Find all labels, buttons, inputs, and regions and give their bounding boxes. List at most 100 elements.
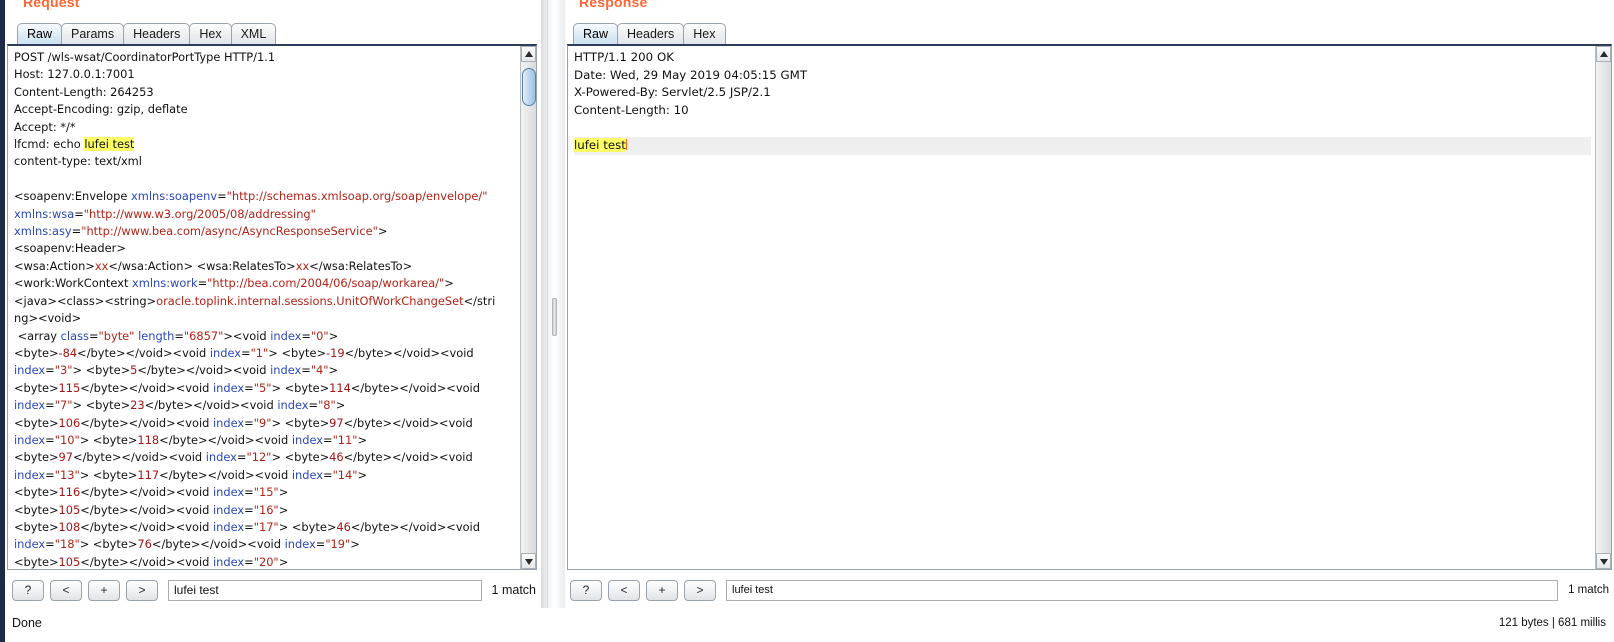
text-segment: =	[88, 328, 99, 343]
request-tab-hex[interactable]: Hex	[189, 23, 232, 44]
request-line: xmlns:asy="http://www.bea.com/async/Asyn…	[14, 223, 516, 240]
response-search-bar: ? < + > 1 match	[570, 578, 1613, 602]
text-segment: "19"	[325, 537, 351, 552]
text-segment: </byte></void><void	[80, 380, 213, 395]
request-line: index="10"> <byte>118</byte></void><void…	[14, 432, 516, 449]
request-panel-title: Request	[23, 0, 80, 10]
text-segment: index	[14, 432, 46, 447]
text-segment: index	[205, 450, 237, 465]
text-segment: =	[241, 345, 251, 360]
scroll-up-arrow-icon[interactable]	[1596, 46, 1611, 62]
request-line: <byte>115</byte></void><void index="5"> …	[14, 380, 516, 397]
request-search-input[interactable]	[168, 579, 482, 601]
text-segment: index	[14, 467, 46, 482]
text-segment: </byte></void><void	[137, 363, 271, 378]
text-segment: "5"	[253, 380, 272, 395]
panel-splitter[interactable]	[541, 0, 565, 642]
response-search-help-button[interactable]: ?	[570, 579, 602, 601]
request-tab-params[interactable]: Params	[61, 23, 125, 44]
text-segment: =	[45, 398, 55, 413]
text-segment: =	[323, 467, 333, 482]
text-segment: > <byte>	[79, 467, 138, 482]
request-tab-headers[interactable]: Headers	[123, 23, 191, 44]
text-segment: >	[278, 485, 289, 500]
text-segment: >	[328, 363, 339, 378]
request-line: content-type: text/xml	[14, 153, 516, 170]
text-segment: <byte>	[14, 519, 59, 534]
text-segment: <byte>	[14, 502, 59, 517]
text-segment: "6857"	[183, 328, 224, 343]
request-line: <byte>116</byte></void><void index="15">	[14, 484, 516, 501]
text-segment: > <byte>	[268, 345, 326, 360]
response-editor-frame: HTTP/1.1 200 OK Date: Wed, 29 May 2019 04…	[567, 44, 1612, 570]
request-line: Accept-Encoding: gzip, deflate	[14, 101, 516, 118]
request-line: index="3"> <byte>5</byte></void><void in…	[14, 362, 516, 379]
scroll-up-arrow-icon[interactable]	[521, 46, 536, 62]
text-segment: =	[45, 432, 55, 447]
request-message-body[interactable]: POST /wls-wsat/CoordinatorPortType HTTP/…	[8, 46, 520, 569]
text-segment: <byte>	[14, 450, 59, 465]
request-search-next-button[interactable]: >	[126, 579, 158, 601]
text-segment: </byte></void><void	[80, 502, 213, 517]
text-segment: </byte></void><void	[344, 345, 474, 360]
text-segment: Accept: */*	[14, 119, 76, 134]
text-segment: 118	[137, 432, 160, 447]
text-segment: </byte></void><void	[73, 450, 206, 465]
text-segment: 115	[58, 380, 81, 395]
request-tab-xml[interactable]: XML	[230, 23, 277, 44]
text-segment: 106	[58, 415, 81, 430]
request-scroll-thumb[interactable]	[522, 68, 536, 106]
text-segment: "16"	[253, 502, 279, 517]
text-segment: xx	[295, 258, 310, 273]
text-segment: > <byte>	[79, 432, 138, 447]
request-tab-raw[interactable]: Raw	[17, 23, 63, 44]
text-segment: > <byte>	[271, 380, 330, 395]
text-segment: =	[244, 554, 254, 569]
text-segment: </byte></void><void	[80, 554, 213, 569]
request-line: ng><void>	[14, 310, 516, 327]
request-search-bar: ? < + > 1 match	[12, 578, 540, 602]
response-panel: Response Raw Headers Hex HTTP/1.1 200 OK Da…	[565, 0, 1614, 642]
response-search-next-button[interactable]: >	[684, 579, 716, 601]
text-segment: =	[45, 363, 55, 378]
text-segment: 105	[58, 502, 81, 517]
request-line: index="7"> <byte>23</byte></void><void i…	[14, 397, 516, 414]
text-segment: <byte>	[14, 554, 59, 569]
text-segment: "8"	[318, 398, 336, 413]
request-line: POST /wls-wsat/CoordinatorPortType HTTP/…	[14, 49, 516, 66]
splitter-grip-handle[interactable]	[552, 298, 557, 336]
text-segment: "18"	[54, 537, 80, 552]
text-segment: Content-Length: 10	[574, 102, 689, 117]
text-segment: index	[270, 363, 302, 378]
response-tab-hex[interactable]: Hex	[683, 23, 726, 44]
text-segment: <soapenv:Header>	[14, 241, 126, 256]
response-search-add-button[interactable]: +	[646, 579, 678, 601]
scroll-down-arrow-icon[interactable]	[521, 553, 536, 569]
response-panel-title: Response	[579, 0, 648, 10]
request-vertical-scrollbar[interactable]	[520, 46, 536, 569]
text-segment: =	[244, 502, 254, 517]
text-segment: index	[291, 432, 324, 447]
text-segment: =	[244, 380, 254, 395]
response-message-body[interactable]: HTTP/1.1 200 OK Date: Wed, 29 May 2019 04…	[568, 46, 1595, 569]
text-segment: "15"	[253, 485, 279, 500]
text-segment: >	[357, 432, 368, 447]
text-segment: "http://www.w3.org/2005/08/addressing"	[83, 206, 316, 221]
response-search-prev-button[interactable]: <	[608, 579, 640, 601]
response-vertical-scrollbar[interactable]	[1595, 46, 1611, 569]
text-segment: <work:WorkContext	[14, 276, 133, 291]
text-segment: <byte>	[14, 380, 59, 395]
text-segment: </byte></void><void	[80, 519, 213, 534]
scroll-down-arrow-icon[interactable]	[1596, 553, 1611, 569]
response-tab-headers[interactable]: Headers	[617, 23, 685, 44]
text-segment: "9"	[253, 415, 272, 430]
request-search-help-button[interactable]: ?	[12, 579, 44, 601]
request-search-add-button[interactable]: +	[88, 579, 120, 601]
request-search-prev-button[interactable]: <	[50, 579, 82, 601]
response-tab-raw[interactable]: Raw	[573, 23, 619, 44]
text-segment: =	[217, 189, 227, 204]
text-segment: POST /wls-wsat/CoordinatorPortType HTTP/…	[14, 50, 276, 64]
response-search-input[interactable]	[726, 579, 1559, 601]
text-segment: </byte></void><void	[350, 519, 480, 534]
text-segment: xmlns:wsa	[14, 206, 75, 221]
